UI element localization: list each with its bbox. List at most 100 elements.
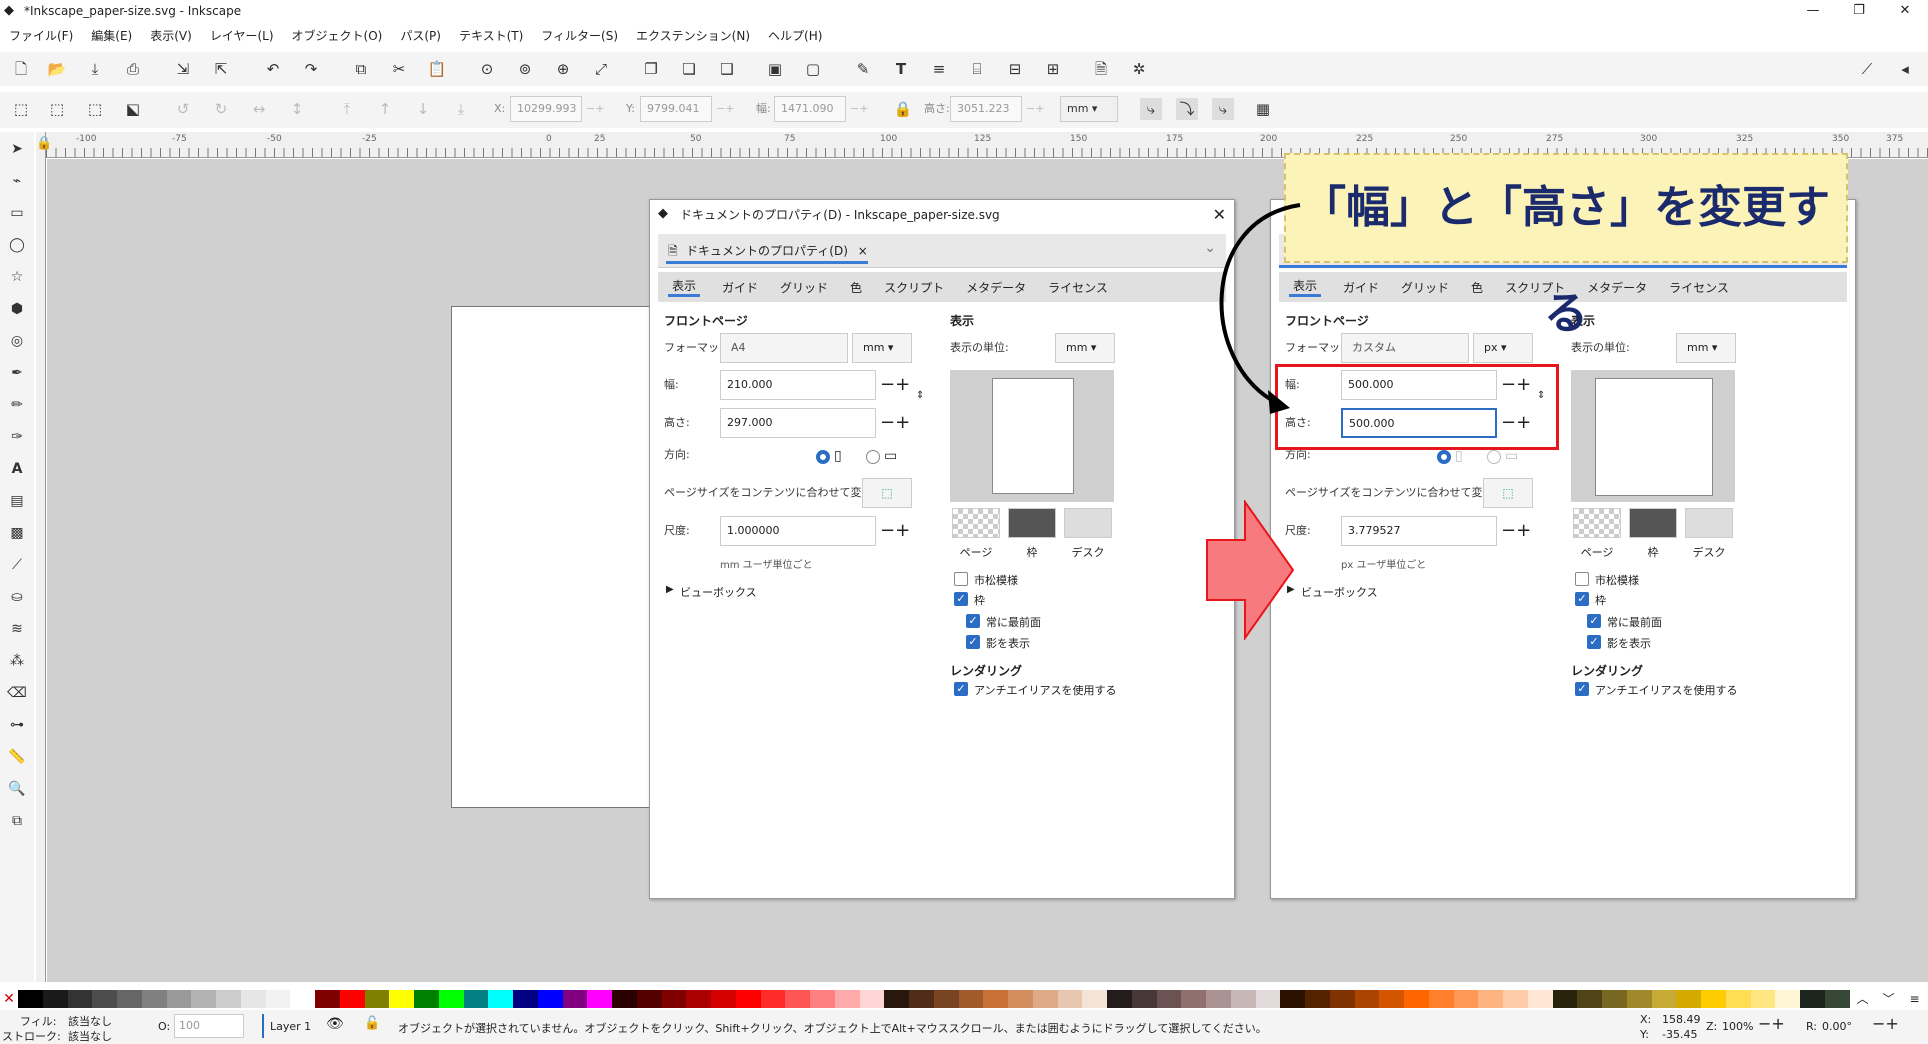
w-stepper[interactable]: −+ [850,96,868,122]
rotate-ccw-icon[interactable]: ↺ [172,98,194,120]
lower-bottom-icon[interactable]: ⤓ [450,98,472,120]
x-field[interactable]: 10299.993 [510,96,582,122]
zoom-tool-icon[interactable]: 🔍 [6,778,28,800]
format-unit-select[interactable]: px ▾ [1473,333,1533,363]
eraser-tool-icon[interactable]: ⌫ [6,682,28,704]
portrait-radio[interactable] [816,450,830,464]
scale-stepper[interactable]: −+ [1501,516,1531,546]
spiral-tool-icon[interactable]: ◎ [6,330,28,352]
tab-guides[interactable]: ガイド [1343,279,1379,296]
palette-menu-icon[interactable]: ≡ [1901,990,1928,1008]
3d-box-tool-icon[interactable]: ⬢ [6,298,28,320]
rotation-value[interactable]: 0.00° [1822,1020,1852,1033]
raise-icon[interactable]: ↑ [374,98,396,120]
measure-tool-icon[interactable]: 📏 [6,746,28,768]
pages-tool-icon[interactable]: ⧉ [6,810,28,832]
border-on-top-checkbox[interactable]: ✓ [1587,614,1601,628]
tab-metadata[interactable]: メタデータ [966,279,1026,296]
portrait-radio[interactable] [1437,450,1451,464]
tab-color[interactable]: 色 [1471,279,1483,296]
panel-collapse-icon[interactable]: ◂ [1894,58,1916,80]
scale-input[interactable]: 3.779527 [1341,516,1497,546]
menu-file[interactable]: ファイル(F) [9,27,73,44]
new-document-icon[interactable]: 🗋 [10,58,32,80]
deselect-icon[interactable]: ⬚ [84,98,106,120]
fit-page-button[interactable]: ⬚ [862,478,912,508]
menu-edit[interactable]: 編集(E) [91,27,132,44]
star-tool-icon[interactable]: ☆ [6,266,28,288]
lock-guides-icon[interactable]: 🔒 [36,136,52,151]
viewbox-expander[interactable]: ビューボックス [680,584,757,600]
pencil-tool-icon[interactable]: ✏ [6,394,28,416]
node-tool-icon[interactable]: ⌁ [6,170,28,192]
palette-scroll-down-icon[interactable]: ﹀ [1875,990,1902,1008]
clone-icon[interactable]: ❏ [678,58,700,80]
viewbox-expander[interactable]: ビューボックス [1301,584,1378,600]
fill-value[interactable]: 該当なし [68,1013,112,1029]
rotation-stepper[interactable]: −+ [1872,1014,1899,1033]
border-on-top-checkbox[interactable]: ✓ [966,614,980,628]
format-unit-select[interactable]: mm ▾ [852,333,912,363]
antialias-checkbox[interactable]: ✓ [954,682,968,696]
zoom-selection-icon[interactable]: ⊙ [476,58,498,80]
document-properties-icon[interactable]: 🗎 [1090,58,1112,80]
eye-icon[interactable]: 👁 [326,1016,344,1032]
objects-icon[interactable]: ⊞ [1042,58,1064,80]
snap-toggle-icon[interactable]: ⟋ [1856,58,1878,80]
move-gradients-icon[interactable]: ⤷ [1212,98,1234,120]
page-color-swatch[interactable] [952,508,1000,538]
preferences-icon[interactable]: ✲ [1128,58,1150,80]
scale-stroke-icon[interactable]: ⤷ [1140,98,1162,120]
text-font-icon[interactable]: T [890,58,912,80]
cut-icon[interactable]: ✂ [388,58,410,80]
border-checkbox[interactable]: ✓ [954,592,968,606]
paint-bucket-tool-icon[interactable]: ⛀ [6,586,28,608]
mesh-tool-icon[interactable]: ▩ [6,522,28,544]
minimize-button[interactable]: — [1790,0,1836,22]
tab-license[interactable]: ライセンス [1048,279,1108,296]
touch-select-icon[interactable]: ⬕ [122,98,144,120]
width-input[interactable]: 210.000 [720,370,876,400]
menu-path[interactable]: パス(P) [400,27,441,44]
export-icon[interactable]: ⇱ [210,58,232,80]
checkerboard-checkbox[interactable] [1575,572,1589,586]
selector-tool-icon[interactable]: ➤ [6,138,28,160]
stroke-value[interactable]: 該当なし [68,1028,112,1044]
tab-close-icon[interactable]: × [858,244,868,258]
border-color-swatch[interactable] [1008,508,1056,538]
tab-grids[interactable]: グリッド [1401,279,1449,296]
color-palette[interactable]: ✕ ︿ ﹀ ≡ [0,990,1928,1008]
connector-tool-icon[interactable]: ⊶ [6,714,28,736]
gradient-tool-icon[interactable]: ▤ [6,490,28,512]
w-field[interactable]: 1471.090 [774,96,846,122]
flip-vertical-icon[interactable]: ↕ [286,98,308,120]
zoom-page-icon[interactable]: ⊕ [552,58,574,80]
menu-help[interactable]: ヘルプ(H) [768,27,822,44]
pen-tool-icon[interactable]: ✒ [6,362,28,384]
palette-scroll-up-icon[interactable]: ︿ [1849,990,1876,1008]
y-field[interactable]: 9799.041 [640,96,712,122]
tab-grids[interactable]: グリッド [780,279,828,296]
unlink-clone-icon[interactable]: ❑ [716,58,738,80]
layers-icon[interactable]: ≡ [928,58,950,80]
doc-properties-tab[interactable]: 🗎 ドキュメントのプロパティ(D) × [666,238,868,264]
zoom-stepper[interactable]: −+ [1758,1014,1785,1033]
current-layer[interactable]: Layer 1 [270,1020,311,1033]
display-unit-select[interactable]: mm ▾ [1676,333,1736,363]
unit-dropdown[interactable]: mm ▾ [1060,96,1118,122]
duplicate-icon[interactable]: ❐ [640,58,662,80]
zoom-drawing-icon[interactable]: ⊚ [514,58,536,80]
desk-color-swatch[interactable] [1064,508,1112,538]
shadow-checkbox[interactable]: ✓ [1587,635,1601,649]
height-input[interactable]: 297.000 [720,408,876,438]
lock-icon[interactable]: 🔓 [364,1016,380,1031]
flip-horizontal-icon[interactable]: ↔ [248,98,270,120]
display-unit-select[interactable]: mm ▾ [1055,333,1115,363]
tweak-tool-icon[interactable]: ≋ [6,618,28,640]
calligraphy-tool-icon[interactable]: ✑ [6,426,28,448]
dropper-tool-icon[interactable]: ⟋ [6,554,28,576]
desk-color-swatch[interactable] [1685,508,1733,538]
maximize-button[interactable]: ❐ [1836,0,1882,22]
lock-ratio-icon[interactable]: 🔒 [892,98,914,120]
paste-icon[interactable]: 📋 [426,58,448,80]
